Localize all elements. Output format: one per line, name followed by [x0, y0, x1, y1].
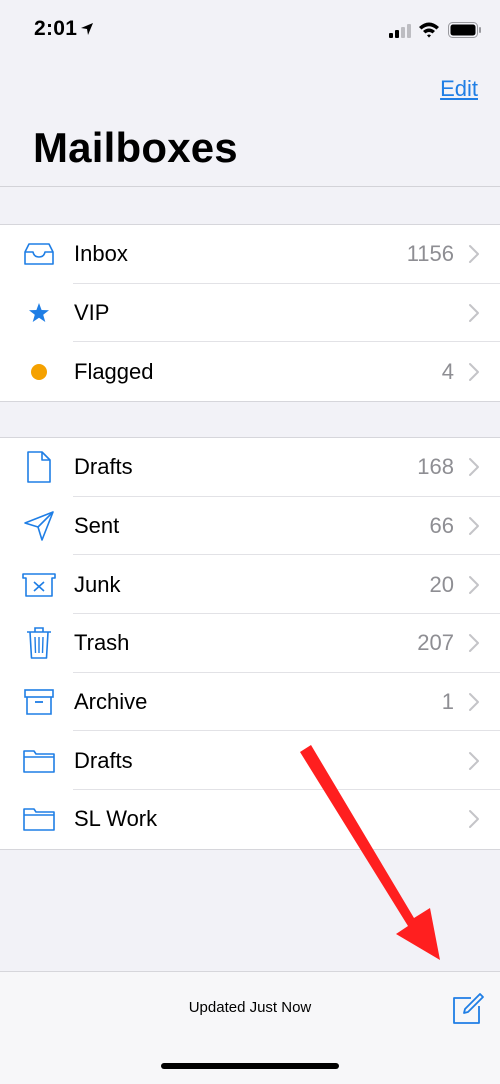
mailbox-label: Drafts [74, 454, 133, 480]
mailbox-row-flagged[interactable]: Flagged 4 [0, 342, 500, 401]
mailbox-label: Archive [74, 689, 148, 715]
mailbox-row-drafts-folder[interactable]: Drafts [0, 731, 500, 791]
mailbox-label: VIP [74, 300, 110, 326]
mailbox-count: 20 [429, 571, 454, 597]
mailbox-count: 4 [441, 358, 454, 384]
page-title: Mailboxes [33, 124, 238, 171]
mailbox-row-trash[interactable]: Trash 207 [0, 614, 500, 673]
paper-plane-icon [22, 509, 56, 543]
mailbox-count: 168 [417, 454, 454, 480]
mailbox-row-archive[interactable]: Archive 1 [0, 673, 500, 732]
chevron-right-icon [469, 751, 479, 770]
mailbox-row-sent[interactable]: Sent 66 [0, 497, 500, 556]
mailbox-count: 1 [441, 689, 454, 715]
mailbox-count: 66 [429, 513, 454, 539]
chevron-right-icon [469, 517, 479, 536]
archive-box-icon [22, 685, 56, 719]
document-icon [22, 450, 56, 484]
chevron-right-icon [469, 304, 479, 323]
cellular-signal-icon [389, 24, 411, 38]
inbox-icon [22, 237, 56, 271]
mailbox-label: Junk [74, 571, 121, 597]
mailbox-row-inbox[interactable]: Inbox 1156 [0, 225, 500, 284]
mailbox-group-primary: Inbox 1156 VIP Flagged 4 [0, 224, 500, 403]
mailbox-row-junk[interactable]: Junk 20 [0, 555, 500, 615]
mailbox-label: Trash [74, 630, 130, 656]
status-time: 2:01 [34, 17, 78, 40]
battery-icon [448, 22, 481, 38]
mailbox-label: SL Work [74, 806, 158, 832]
chevron-right-icon [469, 634, 479, 653]
wifi-icon [419, 22, 439, 38]
mailbox-label: Flagged [74, 358, 154, 384]
chevron-right-icon [469, 245, 479, 264]
folder-icon [22, 802, 56, 836]
flag-dot-icon [22, 355, 56, 389]
mailbox-group-folders: Drafts 168 Sent 66 Junk 20 Trash 207 Arc… [0, 437, 500, 850]
mailbox-label: Sent [74, 513, 120, 539]
mailbox-count: 207 [417, 630, 454, 656]
status-bar: 2:01 [0, 0, 500, 62]
edit-button[interactable]: Edit [440, 76, 478, 102]
mailbox-count: 1156 [406, 241, 454, 267]
mailbox-row-sl-work[interactable]: SL Work [0, 790, 500, 849]
mailbox-label: Drafts [74, 747, 133, 773]
chevron-right-icon [469, 458, 479, 477]
folder-icon [22, 744, 56, 778]
location-arrow-icon [81, 23, 93, 35]
update-status-text: Updated Just Now [188, 999, 312, 1016]
mailbox-label: Inbox [74, 241, 128, 267]
trash-icon [22, 626, 56, 660]
junk-tray-icon [22, 568, 56, 602]
compose-icon[interactable] [451, 992, 485, 1026]
chevron-right-icon [469, 693, 479, 712]
mailbox-row-vip[interactable]: VIP [0, 284, 500, 343]
mailbox-row-drafts[interactable]: Drafts 168 [0, 438, 500, 497]
star-icon [22, 296, 56, 330]
chevron-right-icon [469, 575, 479, 594]
title-divider [0, 186, 500, 187]
chevron-right-icon [469, 362, 479, 381]
chevron-right-icon [469, 810, 479, 829]
home-indicator [161, 1063, 339, 1069]
